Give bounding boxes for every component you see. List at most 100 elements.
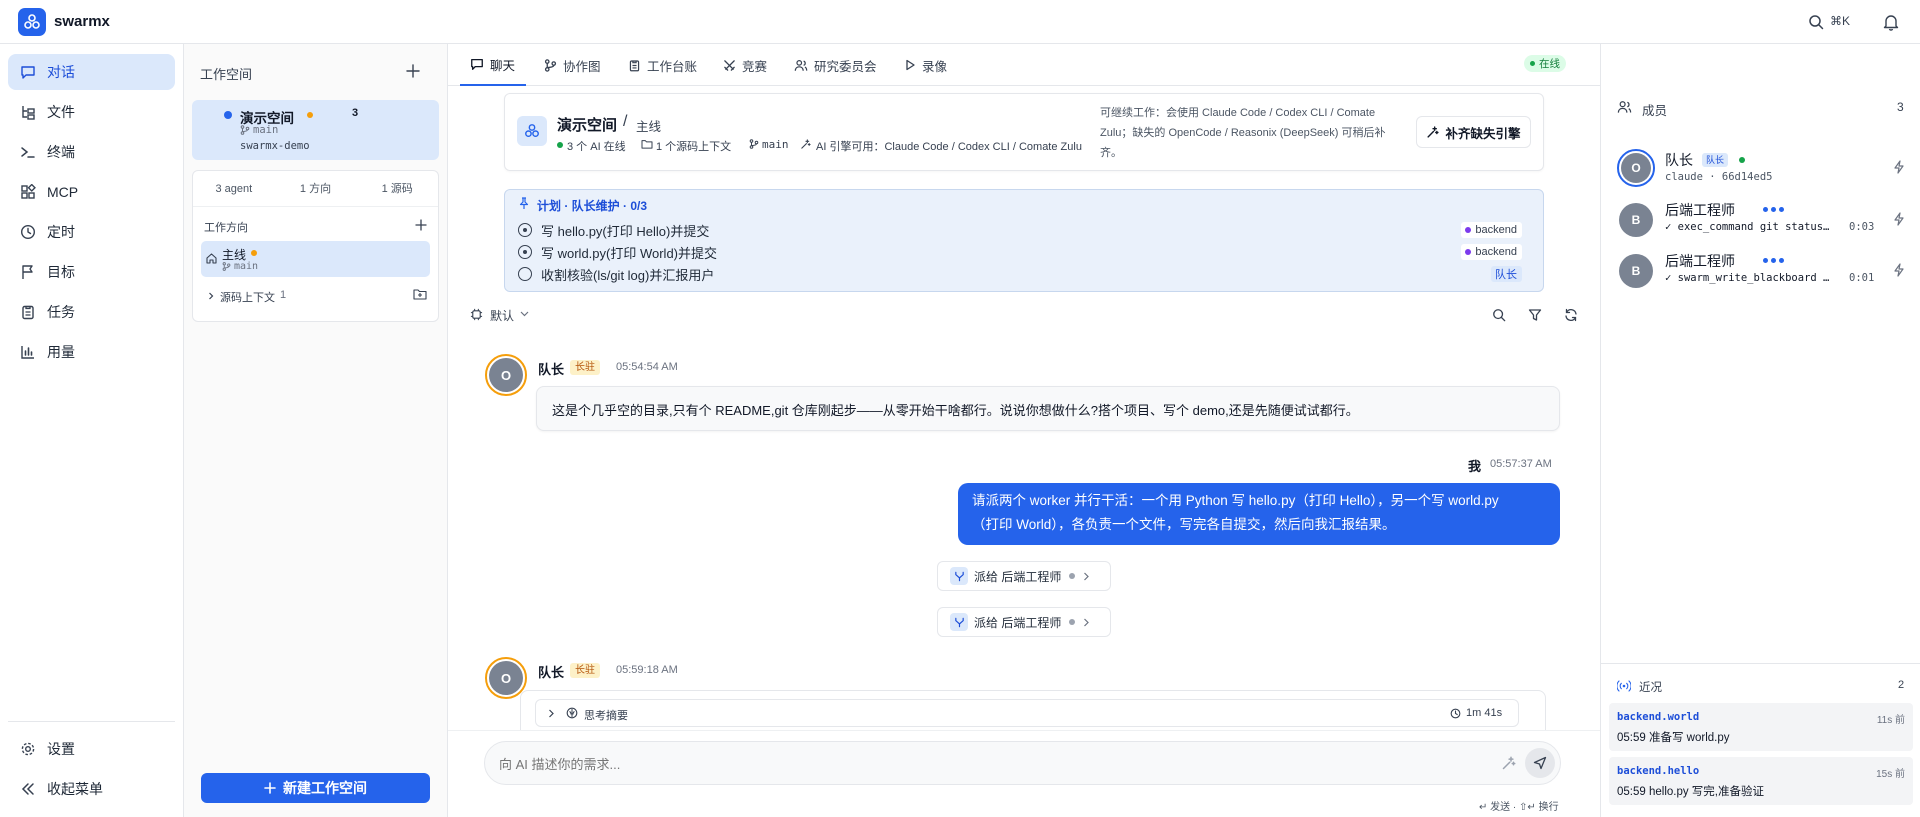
new-workspace-label: 新建工作空间 xyxy=(283,780,367,796)
tab-collab-graph[interactable]: 协作图 xyxy=(544,44,601,86)
member-item[interactable]: O 队长 队长 claude · 66d14ed5 xyxy=(1617,145,1909,189)
nav-item-goals[interactable]: 目标 xyxy=(8,254,175,290)
dispatch-label: 派给 后端工程师 xyxy=(974,615,1062,630)
nav-item-chat[interactable]: 对话 xyxy=(8,54,175,90)
stat-directions[interactable]: 1 方向 xyxy=(275,171,357,206)
member-item[interactable]: B 后端工程师 ✓ exec_command git status… 0:03 xyxy=(1617,197,1909,241)
home-icon xyxy=(206,253,217,264)
app-logo[interactable] xyxy=(18,8,46,36)
avatar: B xyxy=(1619,203,1653,237)
tab-bar: 聊天 协作图 工作台账 竞赛 研究委员会 录像 在线 xyxy=(448,44,1600,86)
branch-icon xyxy=(749,139,759,149)
recent-item[interactable]: backend.hello 15s 前 05:59 hello.py 写完,准备… xyxy=(1609,757,1913,805)
lightning-icon[interactable] xyxy=(1893,160,1905,174)
fix-engines-button[interactable]: 补齐缺失引擎 xyxy=(1416,116,1531,148)
recent-key: backend.hello xyxy=(1617,765,1700,777)
members-panel: 成员 3 O 队长 队长 claude · 66d14ed5 B 后端工程师 ✓… xyxy=(1600,44,1920,817)
avatar: O xyxy=(1617,149,1655,187)
tab-chat[interactable]: 聊天 xyxy=(460,44,526,86)
refresh-icon[interactable] xyxy=(1564,308,1578,322)
chevron-right-icon xyxy=(548,709,555,718)
member-time: 0:03 xyxy=(1849,221,1875,233)
message-text-line: 请派两个 worker 并行干活：一个用 Python 写 hello.py（打… xyxy=(972,493,1499,508)
plan-item-text: 收割核验(ls/git log)并汇报用户 xyxy=(541,267,715,283)
stat-agents[interactable]: 3 agent xyxy=(193,171,275,206)
plan-item-tag: backend xyxy=(1461,222,1522,238)
nav-item-mcp[interactable]: MCP xyxy=(8,174,175,210)
workspace-card[interactable]: 演示空间 3 main swarmx-demo xyxy=(192,100,439,160)
online-dot xyxy=(557,142,563,148)
nav-item-tasks[interactable]: 任务 xyxy=(8,294,175,330)
new-workspace-button[interactable]: 新建工作空间 xyxy=(201,773,430,803)
pin-icon xyxy=(518,197,530,210)
direction-title: 工作方向 xyxy=(204,222,248,234)
lightning-icon[interactable] xyxy=(1893,263,1905,277)
nav-item-files[interactable]: 文件 xyxy=(8,94,175,130)
add-workspace-plus-icon[interactable] xyxy=(406,64,420,78)
tab-recording[interactable]: 录像 xyxy=(904,44,947,86)
plan-item-text: 写 world.py(打印 World)并提交 xyxy=(541,245,718,261)
status-text: 在线 xyxy=(1539,58,1560,70)
engine-notice-line-2: Zulu；缺失的 OpenCode / Reasonix (DeepSeek) … xyxy=(1100,127,1386,139)
workspace-branch: main xyxy=(253,124,279,136)
composer-box xyxy=(484,741,1561,785)
message-author-tag: 长驻 xyxy=(570,360,600,375)
header-online: 3 个 AI 在线 xyxy=(567,141,626,153)
in-progress-icon xyxy=(518,223,532,237)
nav-item-terminal[interactable]: 终端 xyxy=(8,134,175,170)
search-icon[interactable] xyxy=(1492,308,1506,322)
nav-label: 定时 xyxy=(47,224,75,240)
plan-item[interactable]: 写 hello.py(打印 Hello)并提交 backend xyxy=(518,219,1528,241)
nav-item-settings[interactable]: 设置 xyxy=(8,731,175,767)
tab-ledger[interactable]: 工作台账 xyxy=(628,44,697,86)
bell-icon[interactable] xyxy=(1883,13,1899,31)
message-author: 我 xyxy=(1468,459,1482,474)
online-dot xyxy=(1739,157,1745,163)
lightning-icon[interactable] xyxy=(1893,212,1905,226)
tab-label: 工作台账 xyxy=(647,59,698,74)
member-item[interactable]: B 后端工程师 ✓ swarm_write_blackboard … 0:01 xyxy=(1617,248,1909,292)
avatar[interactable]: O xyxy=(485,354,527,396)
chevron-down-icon[interactable] xyxy=(520,311,529,317)
dispatch-label: 派给 后端工程师 xyxy=(974,569,1062,584)
source-context-count: 1 xyxy=(280,289,287,301)
thinking-summary[interactable]: 思考摘要 1m 41s xyxy=(535,699,1519,727)
nav-item-usage[interactable]: 用量 xyxy=(8,334,175,370)
nav-item-schedule[interactable]: 定时 xyxy=(8,214,175,250)
plan-item[interactable]: 收割核验(ls/git log)并汇报用户 队长 xyxy=(518,263,1528,285)
folder-add-icon[interactable] xyxy=(413,288,427,300)
workspace-count: 3 xyxy=(352,107,359,119)
ledger-icon xyxy=(628,59,641,72)
collapse-menu-button[interactable]: 收起菜单 xyxy=(8,771,175,807)
search-icon[interactable] xyxy=(1808,14,1824,30)
status-badge: 在线 xyxy=(1524,55,1566,72)
status-dot xyxy=(1069,619,1076,625)
filter-icon[interactable] xyxy=(1528,308,1542,322)
workspace-detail: 3 agent 1 方向 1 源码 工作方向 主线 main 源码上下文 1 xyxy=(192,170,439,322)
stat-sources[interactable]: 1 源码 xyxy=(356,171,438,206)
clock-icon xyxy=(1450,708,1461,719)
magic-wand-icon[interactable] xyxy=(1501,756,1516,771)
tab-competition[interactable]: 竞赛 xyxy=(723,44,767,86)
broadcast-icon xyxy=(1617,680,1631,692)
source-context-label[interactable]: 源码上下文 xyxy=(220,289,275,305)
add-direction-plus-icon[interactable] xyxy=(415,219,427,231)
dispatch-pill[interactable]: 派给 后端工程师 xyxy=(937,561,1111,591)
prompt-input[interactable] xyxy=(499,752,1459,776)
member-name: 队长 xyxy=(1665,152,1693,168)
plan-card: 计划 · 队长维护 · 0/3 写 hello.py(打印 Hello)并提交 … xyxy=(504,189,1544,292)
message-toolbar: 默认 xyxy=(448,299,1600,329)
message-time: 05:59:18 AM xyxy=(616,664,678,676)
plan-item[interactable]: 写 world.py(打印 World)并提交 backend xyxy=(518,241,1528,263)
chevron-right-icon[interactable] xyxy=(207,292,215,300)
tab-research-committee[interactable]: 研究委员会 xyxy=(794,44,877,86)
dispatch-pill[interactable]: 派给 后端工程师 xyxy=(937,607,1111,637)
recent-item[interactable]: backend.world 11s 前 05:59 准备写 world.py xyxy=(1609,703,1913,751)
send-button[interactable] xyxy=(1525,748,1555,778)
direction-item-main[interactable]: 主线 main xyxy=(201,241,430,277)
in-progress-icon xyxy=(518,245,532,259)
nav-label: 设置 xyxy=(47,741,75,757)
tab-label: 竞赛 xyxy=(742,59,768,74)
search-shortcut[interactable]: ⌘K xyxy=(1830,14,1850,28)
filter-select[interactable]: 默认 xyxy=(490,307,514,324)
